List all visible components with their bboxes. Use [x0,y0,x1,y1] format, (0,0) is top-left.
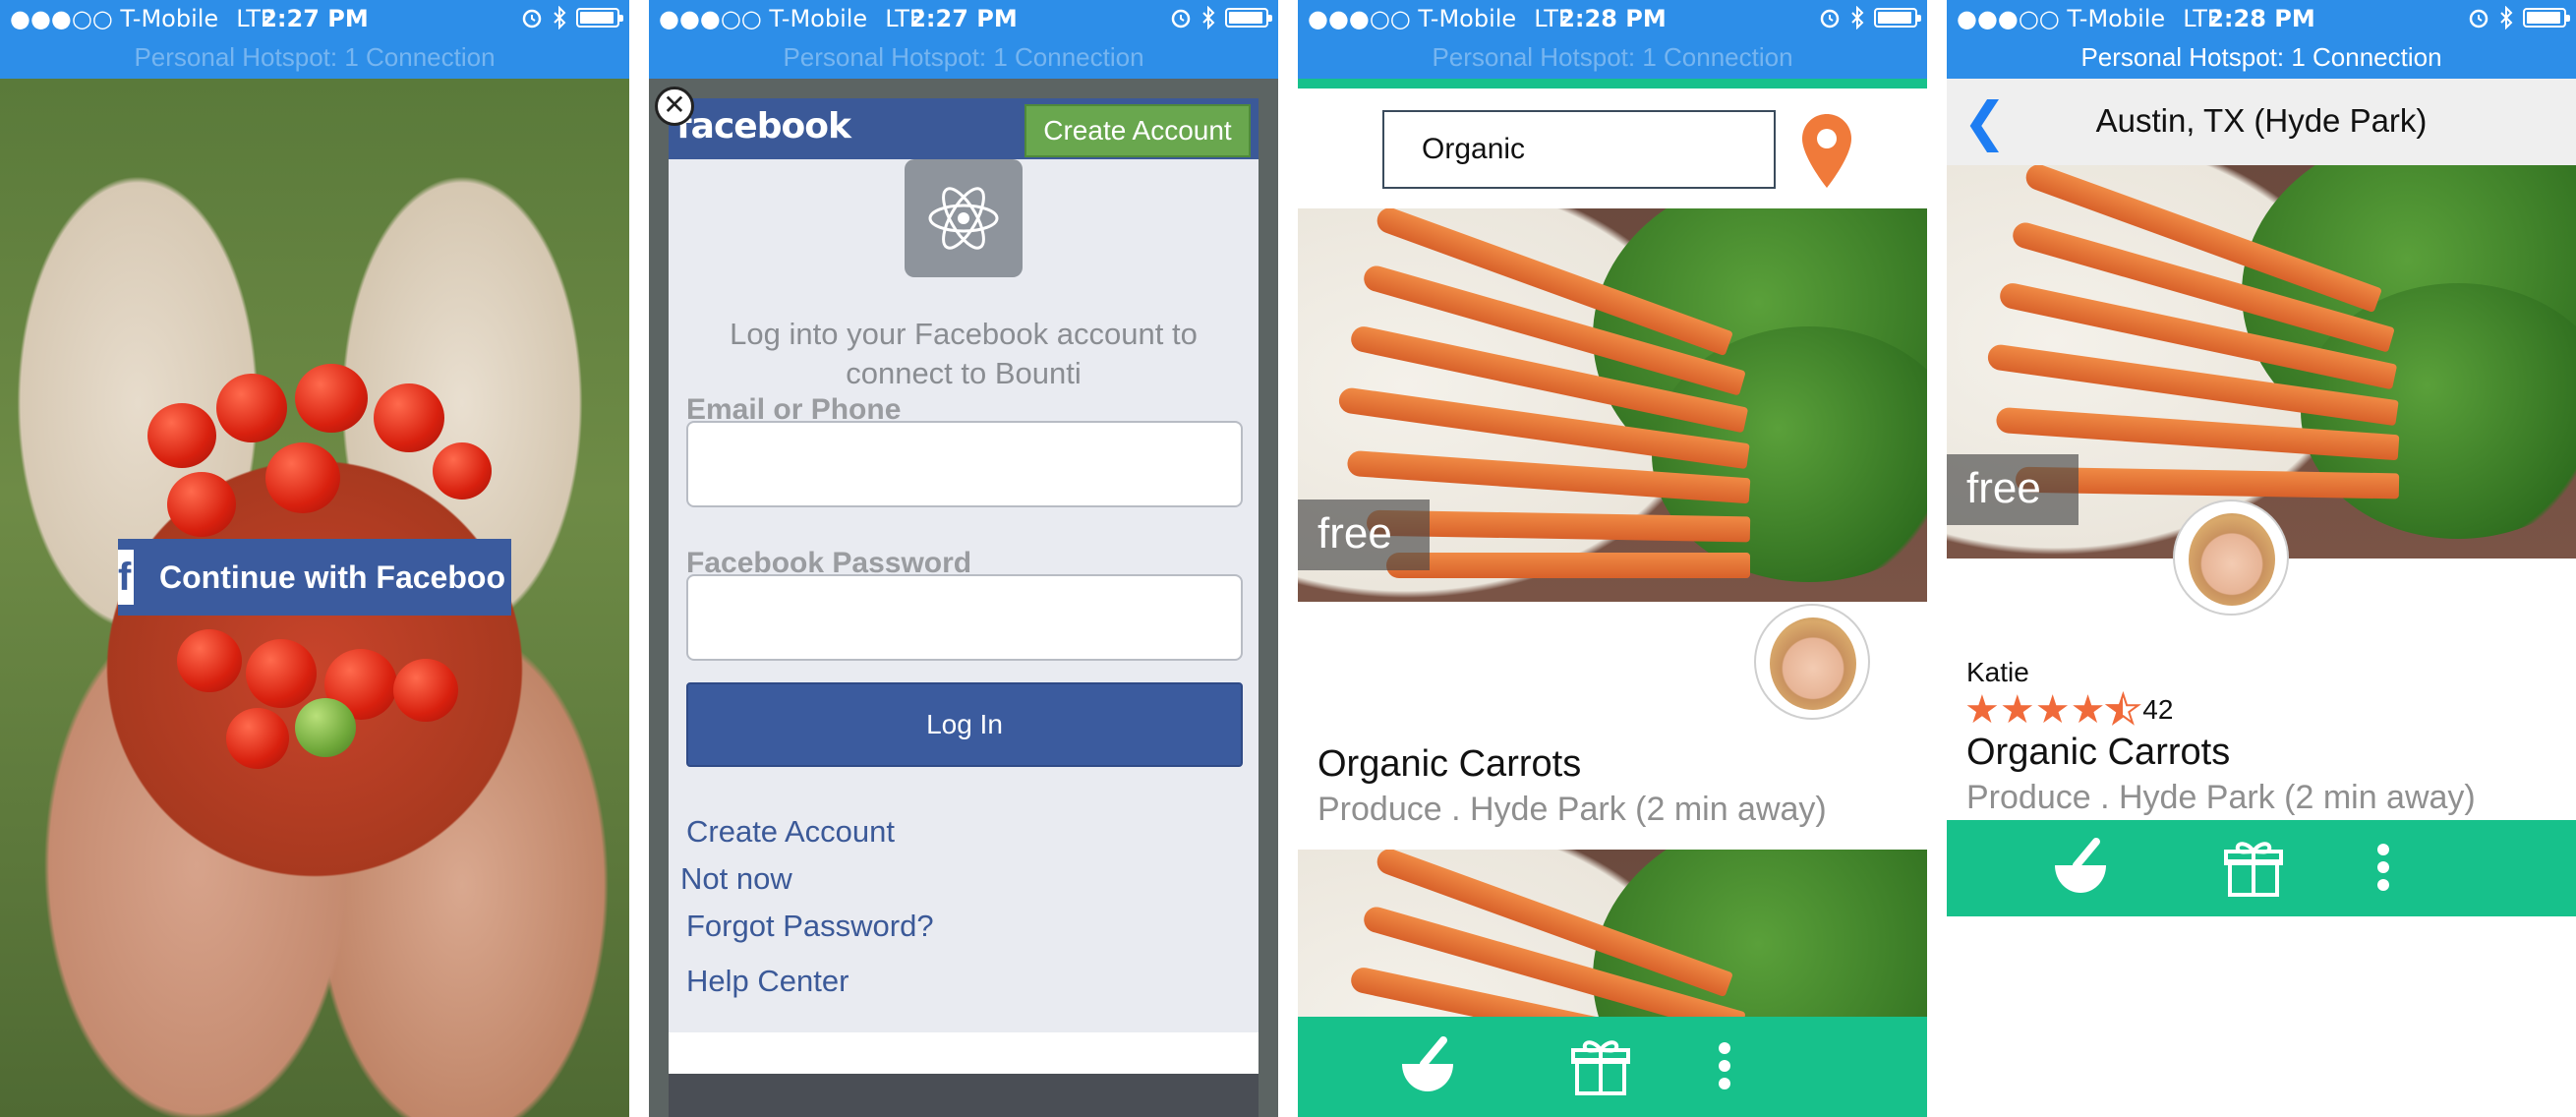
screen-facebook-landing: ●●●○○ T-Mobile LTE 2:27 PM Personal Hots… [0,0,629,1117]
screen-listing-detail: ●●●○○ T-Mobile LTE 2:28 PM Personal Hots… [1947,0,2576,1117]
seller-rating: ★ ★ ★ ★ ★ 42 [1964,687,2174,733]
log-in-button[interactable]: Log In [686,682,1243,767]
forgot-password-link[interactable]: Forgot Password? [686,909,934,944]
battery-icon [2523,8,2570,28]
alarm-icon [1820,9,1840,29]
navigation-bar: ❮ Austin, TX (Hyde Park) [1947,79,2576,165]
seller-avatar[interactable] [2173,500,2289,616]
continue-with-facebook-button[interactable]: f Continue with Faceboo [118,539,511,616]
listing-photo[interactable]: free [1298,208,1927,602]
help-center-link[interactable]: Help Center [686,964,849,999]
star-icon: ★ [1964,687,2000,733]
facebook-login-dialog: facebook Create Account Log into your Fa… [669,98,1259,1117]
close-dialog-icon[interactable]: ✕ [655,87,694,126]
email-field[interactable] [686,421,1243,507]
alarm-icon [522,9,542,29]
gift-icon[interactable] [2222,836,2285,899]
create-account-top-button[interactable]: Create Account [1025,104,1251,157]
hotspot-banner[interactable]: Personal Hotspot: 1 Connection [1947,39,2576,79]
not-now-link[interactable]: Not now [680,861,792,897]
screen-search-results: ●●●○○ T-Mobile LTE 2:28 PM Personal Hots… [1298,0,1927,1117]
location-title: Austin, TX (Hyde Park) [2095,102,2428,139]
atom-icon [928,187,999,250]
status-bar: ●●●○○ T-Mobile LTE 2:27 PM [649,0,1278,39]
status-bar: ●●●○○ T-Mobile LTE 2:28 PM [1947,0,2576,39]
half-star-icon: ★ [2104,687,2141,733]
gift-icon[interactable] [1569,1034,1632,1097]
bluetooth-icon [1851,6,1864,29]
bluetooth-icon [1202,6,1215,29]
star-icon: ★ [1999,687,2035,733]
status-bar: ●●●○○ T-Mobile LTE 2:28 PM [1298,0,1927,39]
location-pin-icon[interactable] [1797,112,1856,191]
price-tag: free [1298,500,1430,570]
hotspot-banner[interactable]: Personal Hotspot: 1 Connection [0,39,629,79]
star-icon: ★ [2070,687,2106,733]
price-tag: free [1947,454,2078,525]
more-options-icon[interactable] [2373,836,2393,899]
language-bar [669,1074,1259,1117]
screen-facebook-login: ●●●○○ T-Mobile LTE 2:27 PM Personal Hots… [649,0,1278,1117]
status-bar: ●●●○○ T-Mobile LTE 2:27 PM [0,0,629,39]
hotspot-banner[interactable]: Personal Hotspot: 1 Connection [649,39,1278,79]
listing-photo[interactable]: free [1947,165,2576,558]
mortar-pestle-icon[interactable] [2049,836,2112,899]
hotspot-banner[interactable]: Personal Hotspot: 1 Connection [1298,39,1927,79]
facebook-f-icon: f [118,550,134,605]
listing-subtitle: Produce . Hyde Park (2 min away) [1317,791,1827,828]
facebook-logo: facebook [676,106,851,147]
header-accent-line [1298,79,1927,88]
alarm-icon [1171,9,1191,29]
mortar-pestle-icon[interactable] [1396,1034,1459,1097]
seller-avatar[interactable] [1754,604,1870,720]
star-icon: ★ [2034,687,2071,733]
battery-icon [1225,8,1272,28]
seller-name[interactable]: Katie [1966,657,2029,688]
create-account-link[interactable]: Create Account [686,814,895,850]
listing-title[interactable]: Organic Carrots [1317,743,1581,786]
more-options-icon[interactable] [1715,1034,1734,1097]
battery-icon [1874,8,1921,28]
bottom-action-bar [1298,1017,1927,1117]
listing-subtitle: Produce . Hyde Park (2 min away) [1966,779,2476,816]
facebook-header: facebook Create Account [669,98,1259,159]
rating-count: 42 [2142,694,2174,725]
login-prompt: Log into your Facebook account to connec… [730,317,1198,390]
bounti-app-icon [905,159,1023,277]
alarm-icon [2469,9,2488,29]
search-input[interactable]: Organic [1382,110,1776,189]
bluetooth-icon [2500,6,2513,29]
battery-icon [576,8,623,28]
bottom-action-bar [1947,820,2576,916]
password-field[interactable] [686,574,1243,661]
listing-title: Organic Carrots [1966,732,2231,773]
bluetooth-icon [554,6,566,29]
continue-label: Continue with Faceboo [159,558,505,595]
